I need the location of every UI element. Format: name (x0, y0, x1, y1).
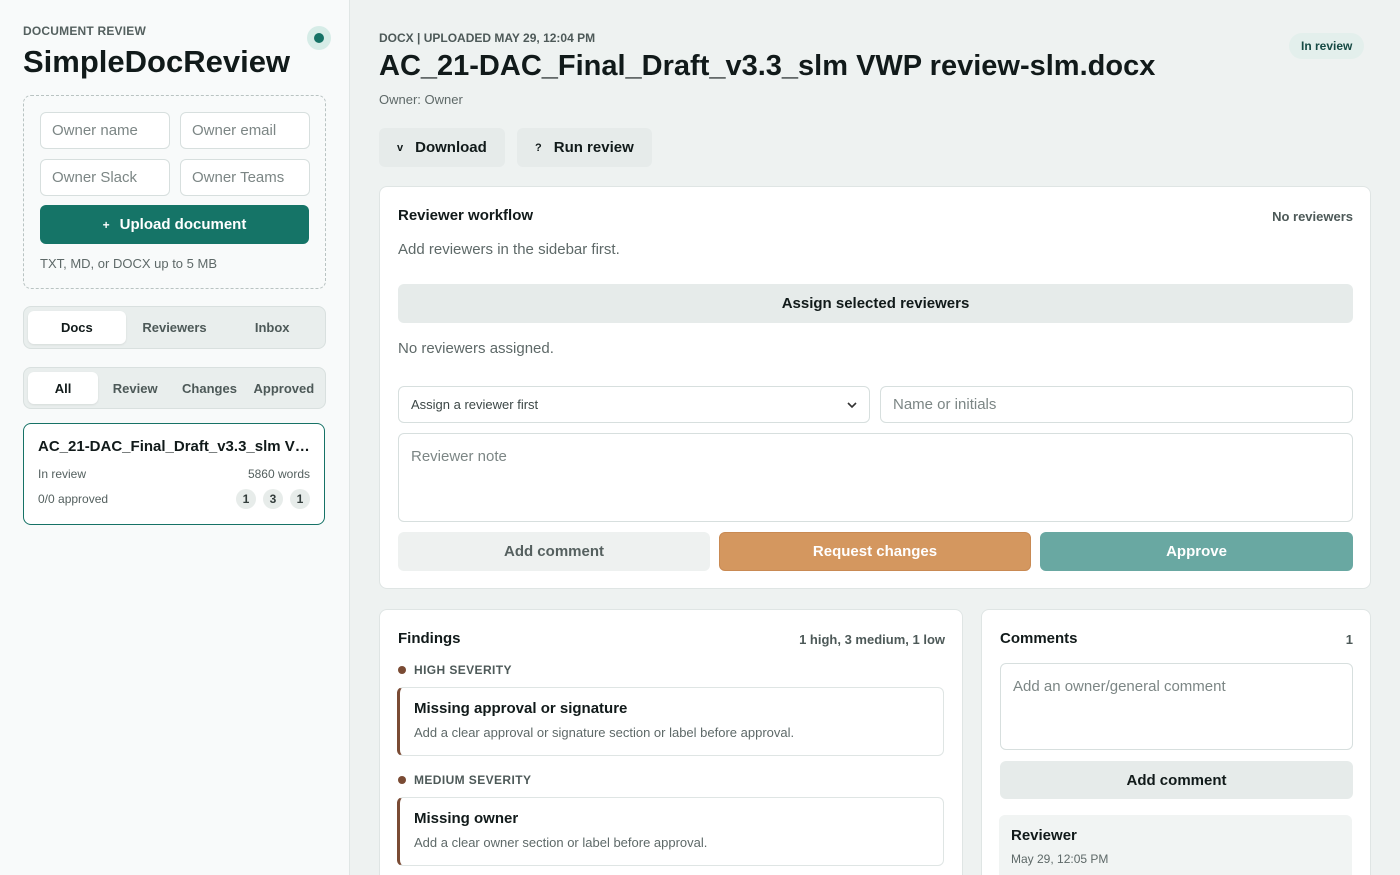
reviewer-count: No reviewers (1272, 209, 1353, 224)
tab-reviewers[interactable]: Reviewers (126, 311, 224, 344)
plus-icon: + (102, 217, 110, 232)
document-owner: Owner: Owner (379, 92, 463, 107)
filter-approved[interactable]: Approved (247, 372, 321, 404)
finding-card[interactable]: Missing owner Add a clear owner section … (397, 797, 944, 866)
severity-dot-icon (398, 776, 406, 784)
general-comment-textarea[interactable]: Add an owner/general comment (1000, 663, 1353, 750)
document-approval-count: 0/0 approved (38, 492, 109, 506)
download-label: Download (415, 139, 487, 156)
high-count-badge: 1 (236, 489, 256, 509)
finding-count-badges: 1 3 1 (236, 489, 310, 509)
finding-title: Missing owner (414, 810, 519, 827)
no-reviewers-text: No reviewers assigned. (398, 340, 554, 357)
finding-description: Add a clear owner section or label befor… (414, 835, 708, 850)
document-approval-row: 0/0 approved 1 3 1 (38, 489, 310, 509)
document-word-count: 5860 words (247, 467, 310, 481)
run-review-label: Run review (553, 139, 634, 156)
sidebar: DOCUMENT REVIEW SimpleDocReview Owner na… (0, 0, 350, 875)
download-button[interactable]: v Download (379, 128, 505, 167)
request-changes-button[interactable]: Request changes (719, 532, 1031, 571)
tab-docs[interactable]: Docs (28, 311, 126, 344)
tab-inbox[interactable]: Inbox (223, 311, 321, 344)
upload-panel: Owner name Owner email Owner Slack Owner… (23, 95, 326, 289)
medium-severity-heading: MEDIUM SEVERITY (398, 773, 531, 787)
upload-document-label: Upload document (119, 216, 247, 233)
add-general-comment-button[interactable]: Add comment (1000, 761, 1353, 799)
finding-title: Missing approval or signature (414, 700, 628, 717)
run-review-button[interactable]: ? Run review (517, 128, 652, 167)
comment-item: Reviewer May 29, 12:05 PM (999, 815, 1352, 875)
filter-changes[interactable]: Changes (172, 372, 246, 404)
findings-title: Findings (398, 630, 461, 647)
filter-review[interactable]: Review (98, 372, 172, 404)
comments-count: 1 (1345, 632, 1353, 647)
low-count-badge: 1 (290, 489, 310, 509)
reviewer-note-textarea[interactable]: Reviewer note (398, 433, 1353, 522)
upload-hint: TXT, MD, or DOCX up to 5 MB (40, 256, 217, 271)
high-severity-heading: HIGH SEVERITY (398, 663, 512, 677)
approve-button[interactable]: Approve (1040, 532, 1353, 571)
filter-all[interactable]: All (28, 372, 98, 404)
document-status: In review (38, 467, 87, 481)
findings-summary: 1 high, 3 medium, 1 low (799, 632, 945, 647)
document-list-item[interactable]: AC_21-DAC_Final_Draft_v3.3_slm VWP revie… (23, 423, 325, 525)
main-content: DOCX | UPLOADED MAY 29, 12:04 PM AC_21-D… (351, 0, 1400, 875)
document-meta-row: In review 5860 words (38, 467, 310, 481)
page-title: AC_21-DAC_Final_Draft_v3.3_slm VWP revie… (379, 50, 1156, 82)
view-tabs: Docs Reviewers Inbox (23, 306, 326, 349)
connection-status-icon (307, 26, 331, 50)
help-icon: ? (535, 141, 542, 154)
medium-count-badge: 3 (263, 489, 283, 509)
owner-teams-input[interactable]: Owner Teams (180, 159, 310, 196)
chevron-down-icon (847, 401, 857, 408)
reviewer-select[interactable]: Assign a reviewer first (398, 386, 870, 423)
document-title: AC_21-DAC_Final_Draft_v3.3_slm VWP revie… (38, 438, 310, 455)
document-meta: DOCX | UPLOADED MAY 29, 12:04 PM (379, 31, 596, 45)
findings-panel: Findings 1 high, 3 medium, 1 low HIGH SE… (379, 609, 963, 875)
reviewer-workflow-title: Reviewer workflow (398, 207, 534, 224)
severity-dot-icon (398, 666, 406, 674)
medium-severity-label: MEDIUM SEVERITY (414, 773, 532, 787)
comment-author: Reviewer (1011, 827, 1077, 844)
comments-title: Comments (1000, 630, 1078, 647)
upload-document-button[interactable]: + Upload document (40, 205, 309, 244)
owner-slack-input[interactable]: Owner Slack (40, 159, 170, 196)
app-brand: SimpleDocReview (23, 44, 291, 79)
finding-description: Add a clear approval or signature sectio… (414, 725, 795, 740)
reviewer-name-input[interactable]: Name or initials (880, 386, 1353, 423)
owner-email-input[interactable]: Owner email (180, 112, 310, 149)
workflow-hint: Add reviewers in the sidebar first. (398, 241, 620, 258)
reviewer-select-value: Assign a reviewer first (411, 397, 539, 412)
comment-timestamp: May 29, 12:05 PM (1011, 852, 1109, 866)
app-kicker: DOCUMENT REVIEW (23, 24, 146, 38)
finding-card[interactable]: Missing approval or signature Add a clea… (397, 687, 944, 756)
comments-panel: Comments 1 Add an owner/general comment … (981, 609, 1371, 875)
filter-tabs: All Review Changes Approved (23, 367, 326, 409)
owner-name-input[interactable]: Owner name (40, 112, 170, 149)
reviewer-workflow-panel: Reviewer workflow No reviewers Add revie… (379, 186, 1371, 589)
chevron-down-icon: v (397, 141, 404, 154)
assign-reviewers-button[interactable]: Assign selected reviewers (398, 284, 1353, 323)
add-comment-button[interactable]: Add comment (398, 532, 710, 571)
high-severity-label: HIGH SEVERITY (414, 663, 512, 677)
status-badge: In review (1289, 33, 1365, 59)
